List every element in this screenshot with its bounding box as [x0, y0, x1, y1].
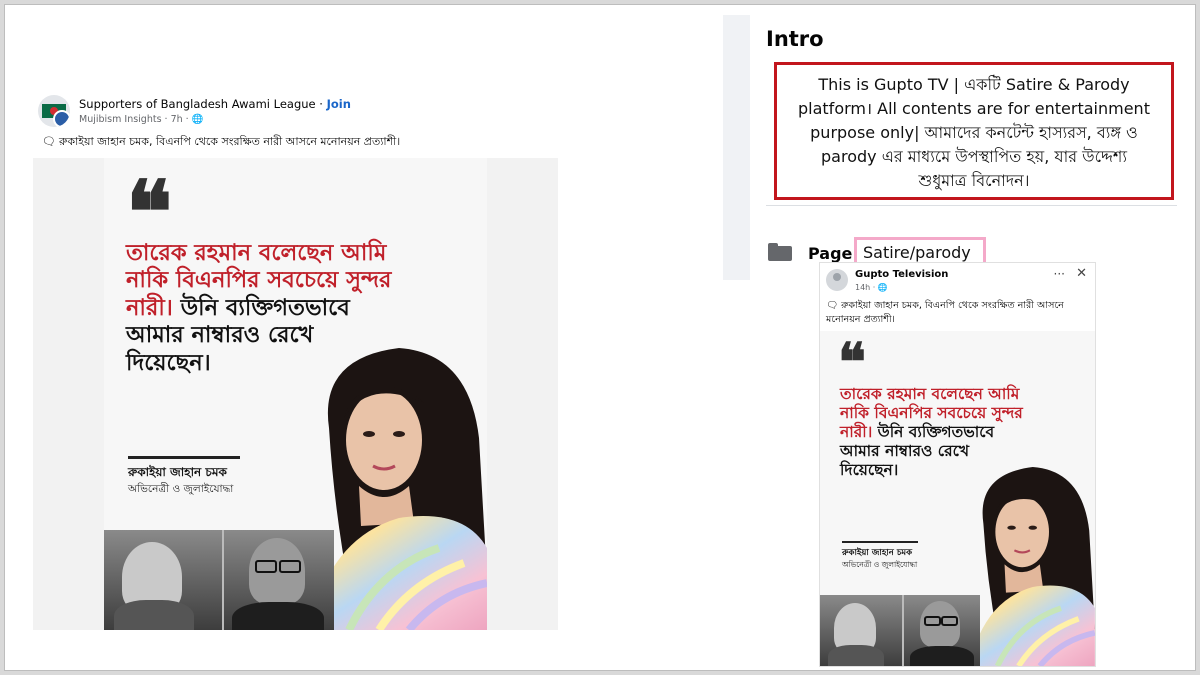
- join-button[interactable]: Join: [327, 97, 351, 111]
- headline-line-1: তারেক রহমান বলেছেন আমি: [126, 240, 387, 266]
- bio-line-3: purpose only| আমাদের কনটেন্ট হাস্যরস, ব্…: [810, 123, 1138, 142]
- intro-card: Intro This is Gupto TV | একটি Satire & P…: [750, 15, 1193, 280]
- post-caption-text: রুকাইয়া জাহান চমক, বিএনপি থেকে সংরক্ষিত…: [826, 300, 1064, 325]
- screenshot-frame: Supporters of Bangladesh Awami League · …: [4, 4, 1196, 671]
- poster-headline: তারেক রহমান বলেছেন আমি নাকি বিএনপির সবচে…: [840, 385, 1023, 480]
- post-time: 14h · 🌐: [855, 283, 888, 292]
- globe-icon: 🌐: [191, 114, 204, 125]
- page-category-value[interactable]: Satire/parody: [863, 243, 971, 262]
- group-name-link[interactable]: Supporters of Bangladesh Awami League: [79, 97, 316, 111]
- bottom-inset-photo: [820, 595, 980, 666]
- speech-bubble-icon: 🗨: [826, 300, 839, 311]
- page-category-icon: [768, 243, 792, 261]
- author-rule: [842, 541, 918, 543]
- post-image[interactable]: ❝ তারেক রহমান বলেছেন আমি নাকি বিএনপির সব…: [33, 158, 558, 630]
- right-facebook-post: Gupto Television 14h · 🌐 ··· ✕ 🗨 রুকাইয়…: [819, 262, 1096, 667]
- headline-line-1: তারেক রহমান বলেছেন আমি: [840, 385, 1020, 403]
- close-icon[interactable]: ✕: [1076, 266, 1087, 281]
- page-name-link[interactable]: Gupto Television: [855, 269, 948, 280]
- post-header: Supporters of Bangladesh Awami League · …: [38, 93, 558, 129]
- headline-line-2: নাকি বিএনপির সবচেয়ে সুন্দর: [126, 267, 392, 294]
- post-image[interactable]: ❝ তারেক রহমান বলেছেন আমি নাকি বিএনপির সব…: [820, 331, 1095, 666]
- poster-author: রুকাইয়া জাহান চমক: [128, 465, 227, 479]
- post-caption-text: রুকাইয়া জাহান চমক, বিএনপি থেকে সংরক্ষিত…: [58, 135, 401, 148]
- more-options-icon[interactable]: ···: [1054, 267, 1065, 281]
- headline-line-4: আমার নাম্বারও রেখে: [126, 322, 314, 349]
- bottom-inset-photo: [104, 530, 334, 630]
- author-rule: [128, 456, 240, 459]
- bio-line-2: platform। All contents are for entertain…: [798, 99, 1150, 118]
- page-label: Page: [808, 244, 853, 263]
- headline-line-3-red: নারী।: [126, 294, 173, 321]
- headline-line-2: নাকি বিএনপির সবচেয়ে সুন্দর: [840, 403, 1023, 422]
- bio-line-5: শুধুমাত্র বিনোদন।: [918, 171, 1030, 190]
- quote-mark-icon: ❝: [838, 332, 866, 393]
- intro-panel: Intro This is Gupto TV | একটি Satire & P…: [723, 15, 1193, 280]
- speech-bubble-icon: 🗨: [42, 135, 56, 148]
- post-meta: Mujibism Insights · 7h · 🌐: [79, 114, 204, 125]
- intro-divider: [766, 205, 1177, 206]
- poster-author-role: অভিনেত্রী ও জুলাইযোদ্ধা: [842, 560, 918, 569]
- bio-line-1: This is Gupto TV | একটি Satire & Parody: [818, 75, 1130, 94]
- poster-author-role: অভিনেত্রী ও জুলাইযোদ্ধা: [128, 483, 234, 495]
- poster-author: রুকাইয়া জাহান চমক: [842, 548, 913, 558]
- quote-poster: ❝ তারেক রহমান বলেছেন আমি নাকি বিএনপির সব…: [104, 158, 487, 630]
- intro-bio-highlight: This is Gupto TV | একটি Satire & Parody …: [774, 62, 1174, 200]
- post-author-time[interactable]: Mujibism Insights · 7h ·: [79, 114, 192, 125]
- globe-icon: 🌐: [877, 283, 888, 292]
- left-facebook-post: Supporters of Bangladesh Awami League · …: [33, 93, 558, 630]
- headline-line-3-dark: উনি ব্যক্তিগতভাবে: [872, 422, 995, 441]
- post-caption: 🗨 রুকাইয়া জাহান চমক, বিএনপি থেকে সংরক্ষি…: [42, 133, 400, 152]
- bio-line-4: parody এর মাধ্যমে উপস্থাপিত হয়, যার উদ্…: [821, 147, 1127, 166]
- group-avatar[interactable]: [38, 95, 70, 127]
- headline-line-3-red: নারী।: [840, 422, 873, 441]
- page-avatar-badge: [53, 110, 70, 127]
- group-name-line: Supporters of Bangladesh Awami League · …: [79, 97, 351, 111]
- page-avatar[interactable]: [826, 269, 848, 291]
- headline-line-4: আমার নাম্বারও রেখে: [840, 441, 970, 460]
- intro-title: Intro: [766, 27, 824, 51]
- headline-line-3-dark: উনি ব্যক্তিগতভাবে: [172, 294, 350, 321]
- post-caption: 🗨 রুকাইয়া জাহান চমক, বিএনপি থেকে সংরক্ষ…: [826, 299, 1088, 327]
